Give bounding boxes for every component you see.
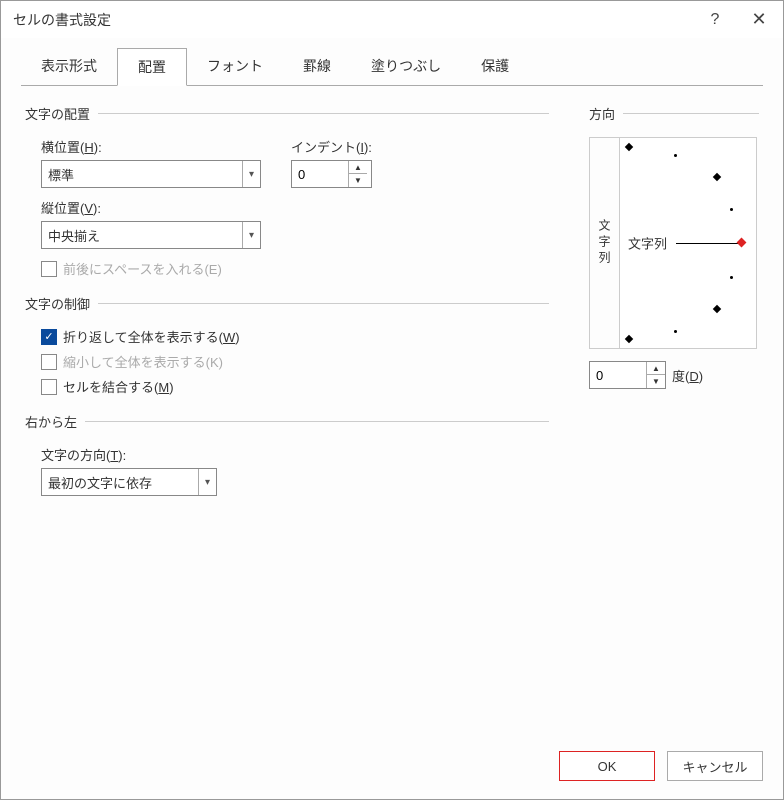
wrap-label: 折り返して全体を表示する(W) <box>63 327 240 346</box>
dialog-title: セルの書式設定 <box>13 10 111 30</box>
direction-label: 文字の方向(T): <box>41 445 549 464</box>
shrink-row: 縮小して全体を表示する(K) <box>41 352 549 371</box>
section-text-alignment-label: 文字の配置 <box>25 104 90 123</box>
help-icon[interactable]: ? <box>703 11 727 29</box>
tab-alignment[interactable]: 配置 <box>117 48 187 86</box>
wrap-row: ✓ 折り返して全体を表示する(W) <box>41 327 549 346</box>
section-text-alignment: 文字の配置 <box>25 104 549 123</box>
cancel-button[interactable]: キャンセル <box>667 751 763 781</box>
merge-checkbox[interactable] <box>41 379 57 395</box>
chevron-down-icon: ▾ <box>242 161 254 187</box>
indent-spin-buttons: ▲ ▼ <box>348 161 367 187</box>
justify-distributed-label: 前後にスペースを入れる(E) <box>63 259 222 278</box>
dial-dot-icon <box>674 330 677 333</box>
left-column: 文字の配置 横位置(H): 標準 ▾ <box>25 104 549 496</box>
divider-line <box>98 303 549 304</box>
justify-distributed-row: 前後にスペースを入れる(E) <box>41 259 549 278</box>
chevron-down-icon: ▾ <box>198 469 210 495</box>
orientation-vertical-button[interactable]: 文字列 <box>590 138 620 348</box>
merge-row: セルを結合する(M) <box>41 377 549 396</box>
orientation-dial[interactable]: 文字列 <box>620 138 756 348</box>
orientation-vertical-text: 文字列 <box>596 219 613 267</box>
close-icon[interactable]: ✕ <box>747 9 771 30</box>
direction-combo[interactable]: 最初の文字に依存 ▾ <box>41 468 217 496</box>
divider-line <box>623 113 759 114</box>
dialog-footer: OK キャンセル <box>1 737 783 799</box>
orientation-needle <box>676 243 738 244</box>
titlebar-controls: ? ✕ <box>703 9 771 30</box>
spin-up-icon[interactable]: ▲ <box>349 161 367 174</box>
divider-line <box>85 421 549 422</box>
orientation-frame: 文字列 文字列 <box>589 137 757 349</box>
chevron-down-icon: ▾ <box>242 222 254 248</box>
content-area: 表示形式 配置 フォント 罫線 塗りつぶし 保護 文字の配置 <box>1 38 783 737</box>
tab-fill[interactable]: 塗りつぶし <box>351 48 461 86</box>
wrap-checkbox[interactable]: ✓ <box>41 329 57 345</box>
orientation-handle-icon <box>737 238 747 248</box>
dial-dot-icon <box>730 208 733 211</box>
shrink-checkbox <box>41 354 57 370</box>
alignment-controls: 横位置(H): 標準 ▾ インデント(I): <box>41 137 549 278</box>
vertical-label: 縦位置(V): <box>41 198 261 217</box>
text-control-controls: ✓ 折り返して全体を表示する(W) 縮小して全体を表示する(K) セルを結合する… <box>41 327 549 396</box>
indent-label: インデント(I): <box>291 137 372 156</box>
shrink-label: 縮小して全体を表示する(K) <box>63 352 223 371</box>
tab-protection[interactable]: 保護 <box>461 48 529 86</box>
section-orientation: 方向 <box>589 104 759 123</box>
tab-font[interactable]: フォント <box>187 48 283 86</box>
horizontal-label: 横位置(H): <box>41 137 261 156</box>
degree-label: 度(D) <box>672 366 703 385</box>
section-text-control: 文字の制御 <box>25 294 549 313</box>
tab-body: 文字の配置 横位置(H): 標準 ▾ <box>21 86 763 496</box>
rtl-controls: 文字の方向(T): 最初の文字に依存 ▾ <box>41 445 549 496</box>
orientation-box: 方向 文字列 文字列 <box>589 104 759 496</box>
titlebar: セルの書式設定 ? ✕ <box>1 1 783 38</box>
direction-value: 最初の文字に依存 <box>48 473 152 492</box>
spin-down-icon[interactable]: ▼ <box>647 375 665 388</box>
section-text-control-label: 文字の制御 <box>25 294 90 313</box>
horizontal-combo[interactable]: 標準 ▾ <box>41 160 261 188</box>
section-orientation-label: 方向 <box>589 104 615 123</box>
ok-button[interactable]: OK <box>559 751 655 781</box>
divider-line <box>98 113 549 114</box>
indent-spinner[interactable]: ▲ ▼ <box>291 160 372 188</box>
dial-dot-icon <box>674 154 677 157</box>
dial-tick-icon <box>713 173 721 181</box>
vertical-value: 中央揃え <box>48 226 100 245</box>
merge-label: セルを結合する(M) <box>63 377 174 396</box>
dial-dot-icon <box>730 276 733 279</box>
spin-up-icon[interactable]: ▲ <box>647 362 665 375</box>
spin-down-icon[interactable]: ▼ <box>349 174 367 187</box>
main-columns: 文字の配置 横位置(H): 標準 ▾ <box>25 104 759 496</box>
degree-input[interactable] <box>590 362 646 388</box>
orientation-angle-text: 文字列 <box>628 234 667 253</box>
section-rtl-label: 右から左 <box>25 412 77 431</box>
degree-spin-buttons: ▲ ▼ <box>646 362 665 388</box>
degree-row: ▲ ▼ 度(D) <box>589 361 759 389</box>
indent-input[interactable] <box>292 161 348 187</box>
section-rtl: 右から左 <box>25 412 549 431</box>
dial-tick-icon <box>625 335 633 343</box>
tab-number-format[interactable]: 表示形式 <box>21 48 117 86</box>
dialog-window: セルの書式設定 ? ✕ 表示形式 配置 フォント 罫線 塗りつぶし 保護 文字の… <box>0 0 784 800</box>
dial-tick-icon <box>713 305 721 313</box>
tab-bar: 表示形式 配置 フォント 罫線 塗りつぶし 保護 <box>21 48 763 86</box>
tab-border[interactable]: 罫線 <box>283 48 351 86</box>
dial-tick-icon <box>625 143 633 151</box>
degree-spinner[interactable]: ▲ ▼ <box>589 361 666 389</box>
justify-distributed-checkbox <box>41 261 57 277</box>
horizontal-value: 標準 <box>48 165 74 184</box>
vertical-combo[interactable]: 中央揃え ▾ <box>41 221 261 249</box>
